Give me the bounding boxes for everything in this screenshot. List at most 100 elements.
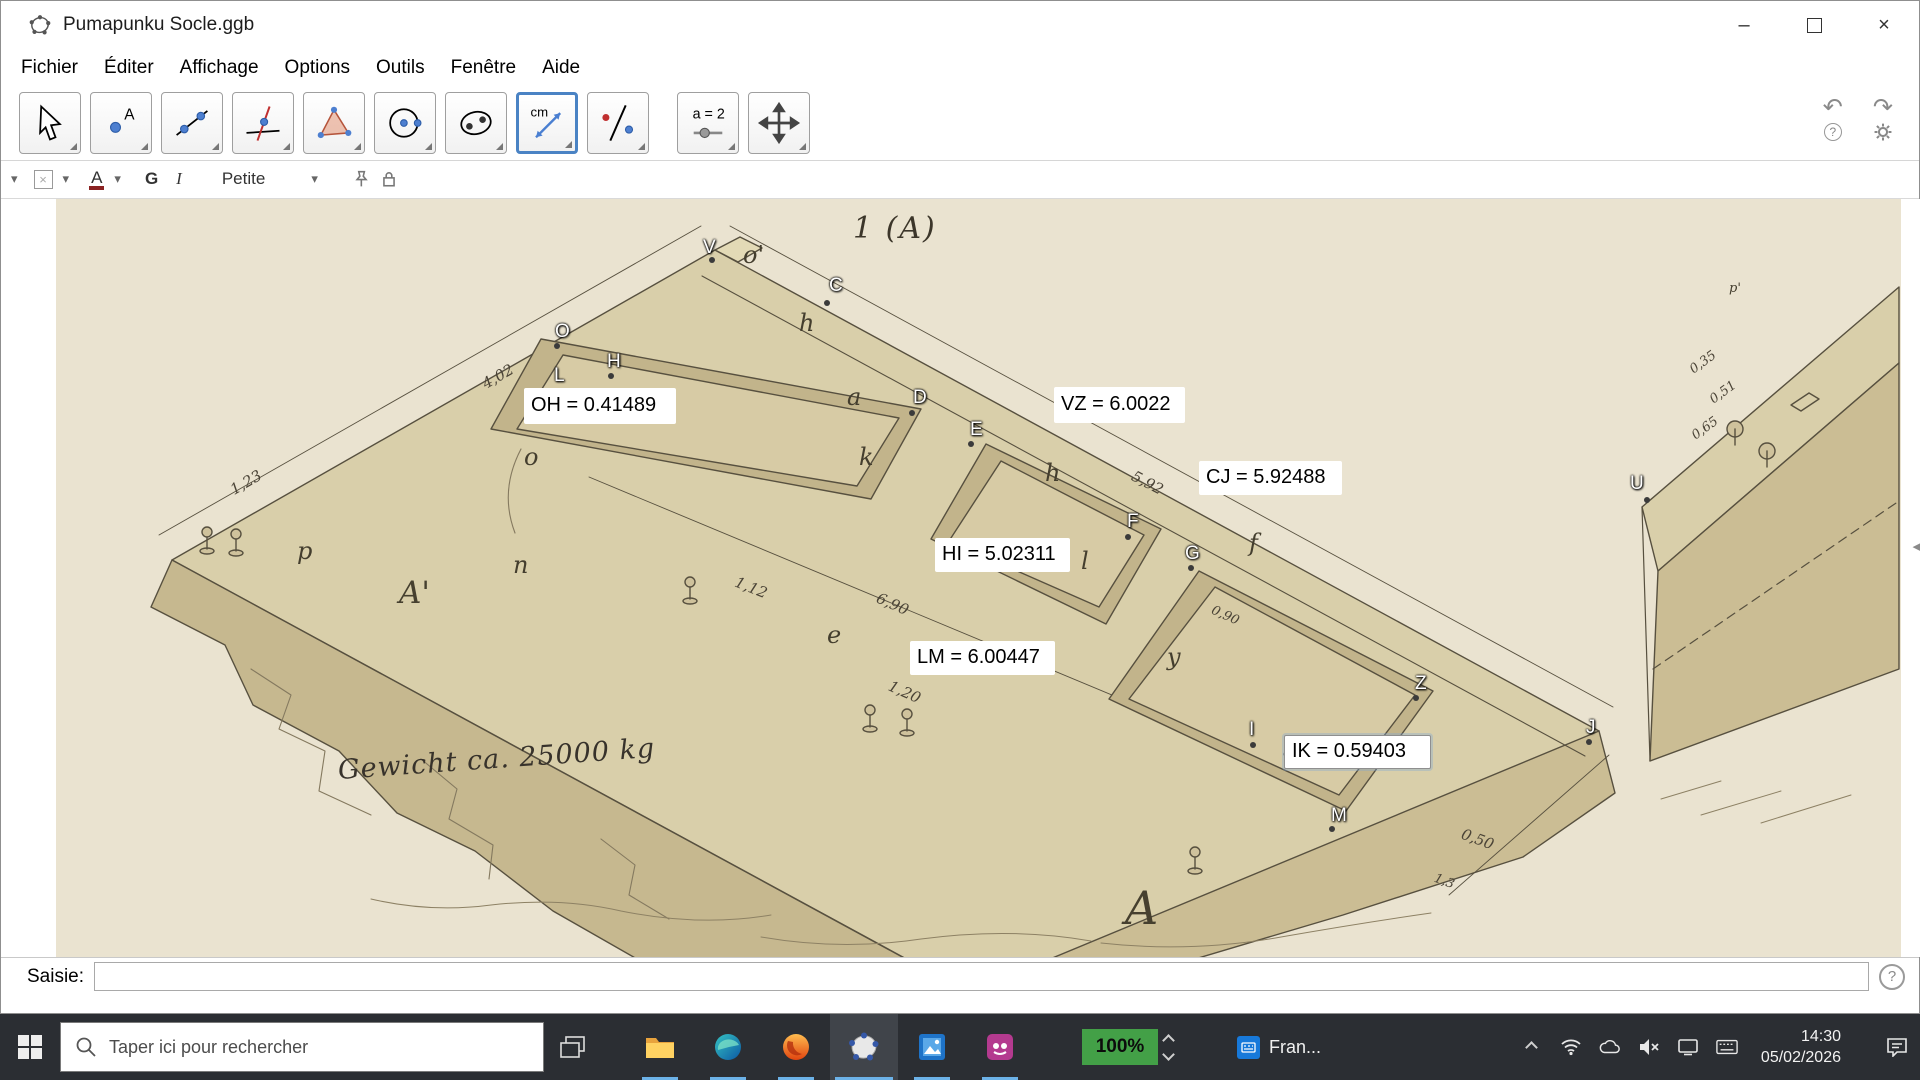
chevron-down-icon[interactable]: ▾ bbox=[63, 172, 70, 187]
tool-move[interactable] bbox=[19, 92, 81, 154]
action-center-button[interactable] bbox=[1886, 1036, 1908, 1058]
volume-muted-icon[interactable] bbox=[1638, 1036, 1660, 1058]
ggb-point[interactable] bbox=[1644, 497, 1650, 503]
bold-button[interactable]: G bbox=[145, 169, 158, 189]
point-label-J[interactable]: J bbox=[1586, 717, 1596, 739]
tool-perpendicular[interactable] bbox=[232, 92, 294, 154]
taskbar-search[interactable]: Taper ici pour rechercher bbox=[60, 1022, 544, 1072]
ggb-point[interactable] bbox=[608, 373, 614, 379]
help-icon[interactable]: ? bbox=[1824, 123, 1842, 141]
hidden-icons-chevron[interactable] bbox=[1521, 1036, 1543, 1058]
purple-app-icon bbox=[985, 1032, 1015, 1062]
point-label-V[interactable]: V bbox=[703, 237, 716, 259]
zoom-level: 100% bbox=[1096, 1036, 1145, 1058]
chevron-down-icon[interactable]: ▾ bbox=[114, 172, 121, 187]
ggb-point[interactable] bbox=[1586, 739, 1592, 745]
search-icon bbox=[75, 1036, 97, 1058]
point-label-Z[interactable]: Z bbox=[1415, 673, 1427, 695]
menu-affichage[interactable]: Affichage bbox=[180, 57, 259, 79]
taskbar-photos[interactable] bbox=[898, 1014, 966, 1080]
text-color-button[interactable]: A bbox=[89, 169, 104, 190]
ggb-point[interactable] bbox=[1413, 695, 1419, 701]
point-label-G[interactable]: G bbox=[1185, 543, 1200, 565]
tool-polygon[interactable] bbox=[303, 92, 365, 154]
taskbar-file-explorer[interactable] bbox=[626, 1014, 694, 1080]
menu-editer[interactable]: Éditer bbox=[104, 57, 154, 79]
ggb-point[interactable] bbox=[1125, 534, 1131, 540]
point-label-I[interactable]: I bbox=[1249, 719, 1254, 741]
point-label-U[interactable]: U bbox=[1630, 473, 1644, 495]
taskbar-geogebra[interactable] bbox=[830, 1014, 898, 1080]
ggb-point[interactable] bbox=[1250, 742, 1256, 748]
tool-distance[interactable]: cm bbox=[516, 92, 578, 154]
taskbar: Taper ici pour rechercher bbox=[0, 1014, 1920, 1080]
lock-icon[interactable] bbox=[380, 170, 398, 188]
panel-collapse-arrow[interactable]: ◂ bbox=[1912, 537, 1920, 555]
menu-fenetre[interactable]: Fenêtre bbox=[451, 57, 516, 79]
task-view-button[interactable] bbox=[544, 1014, 602, 1080]
point-label-L[interactable]: L bbox=[554, 365, 565, 387]
wifi-icon[interactable] bbox=[1560, 1036, 1582, 1058]
taskbar-firefox[interactable] bbox=[762, 1014, 830, 1080]
ggb-point[interactable] bbox=[909, 410, 915, 416]
ggb-point[interactable] bbox=[824, 300, 830, 306]
input-bar-field[interactable] bbox=[94, 962, 1869, 991]
tool-move-graphics-view[interactable] bbox=[748, 92, 810, 154]
point-label-O[interactable]: O bbox=[555, 321, 570, 343]
measurement-HI[interactable]: HI = 5.02311 bbox=[935, 538, 1070, 572]
graphics-view[interactable]: 1 (A)Gewicht ca. 25000 kgAA'o'hakhlyeonp… bbox=[1, 199, 1920, 958]
ggb-point[interactable] bbox=[554, 343, 560, 349]
tool-conic[interactable] bbox=[445, 92, 507, 154]
menu-options[interactable]: Options bbox=[285, 57, 350, 79]
settings-gear-icon[interactable] bbox=[1874, 123, 1892, 141]
taskbar-edge[interactable] bbox=[694, 1014, 762, 1080]
geogebra-window: Pumapunku Socle.ggb – × Fichier Éditer A… bbox=[0, 0, 1920, 1014]
point-label-M[interactable]: M bbox=[1331, 805, 1347, 827]
measurement-OH[interactable]: OH = 0.41489 bbox=[524, 388, 676, 424]
input-help-icon[interactable]: ? bbox=[1879, 964, 1905, 990]
language-indicator[interactable]: Fran... bbox=[1237, 1036, 1321, 1059]
maximize-button[interactable] bbox=[1779, 1, 1849, 49]
start-button[interactable] bbox=[0, 1014, 60, 1080]
drawing-annotation: 1,20 bbox=[886, 677, 924, 707]
pin-icon[interactable] bbox=[352, 170, 370, 188]
tool-point[interactable]: A bbox=[90, 92, 152, 154]
minimize-button[interactable]: – bbox=[1709, 1, 1779, 49]
drawing-annotation: 0,50 bbox=[1459, 825, 1497, 853]
display-icon[interactable] bbox=[1677, 1036, 1699, 1058]
point-label-F[interactable]: F bbox=[1127, 511, 1139, 533]
measurement-LM[interactable]: LM = 6.00447 bbox=[910, 641, 1055, 675]
menu-aide[interactable]: Aide bbox=[542, 57, 580, 79]
zoom-stepper[interactable] bbox=[1164, 1036, 1173, 1059]
italic-button[interactable]: I bbox=[176, 169, 182, 189]
tool-reflect[interactable] bbox=[587, 92, 649, 154]
menu-fichier[interactable]: Fichier bbox=[21, 57, 78, 79]
tool-line[interactable] bbox=[161, 92, 223, 154]
point-label-H[interactable]: H bbox=[607, 351, 621, 373]
tool-circle[interactable] bbox=[374, 92, 436, 154]
ggb-point[interactable] bbox=[968, 441, 974, 447]
onedrive-cloud-icon[interactable] bbox=[1599, 1036, 1621, 1058]
ggb-point[interactable] bbox=[1188, 565, 1194, 571]
close-button[interactable]: × bbox=[1849, 1, 1919, 49]
measurement-CJ[interactable]: CJ = 5.92488 bbox=[1199, 461, 1342, 495]
visibility-checkbox-icon[interactable]: × bbox=[34, 170, 53, 189]
measurement-IK[interactable]: IK = 0.59403 bbox=[1284, 735, 1431, 769]
redo-button[interactable]: ↷ bbox=[1873, 95, 1893, 119]
touch-keyboard-icon[interactable] bbox=[1716, 1036, 1738, 1058]
drawing-annotation: e bbox=[827, 621, 841, 649]
measurement-VZ[interactable]: VZ = 6.0022 bbox=[1054, 387, 1185, 423]
magnifier-zoom-indicator[interactable]: 100% bbox=[1082, 1029, 1158, 1065]
stylebar-toggle-icon[interactable]: ▾ bbox=[11, 172, 18, 187]
text-size-dropdown[interactable]: Petite ▾ bbox=[222, 169, 318, 189]
undo-button[interactable]: ↶ bbox=[1823, 95, 1843, 119]
point-label-C[interactable]: C bbox=[829, 275, 843, 297]
file-explorer-icon bbox=[645, 1034, 675, 1060]
menu-outils[interactable]: Outils bbox=[376, 57, 425, 79]
taskbar-clock[interactable]: 14:30 05/02/2026 bbox=[1761, 1026, 1841, 1068]
tool-slider[interactable]: a = 2 bbox=[677, 92, 739, 154]
point-label-E[interactable]: E bbox=[970, 419, 983, 441]
point-label-D[interactable]: D bbox=[913, 387, 927, 409]
drawing-annotation: 4,02 bbox=[479, 360, 517, 392]
taskbar-app-purple[interactable] bbox=[966, 1014, 1034, 1080]
